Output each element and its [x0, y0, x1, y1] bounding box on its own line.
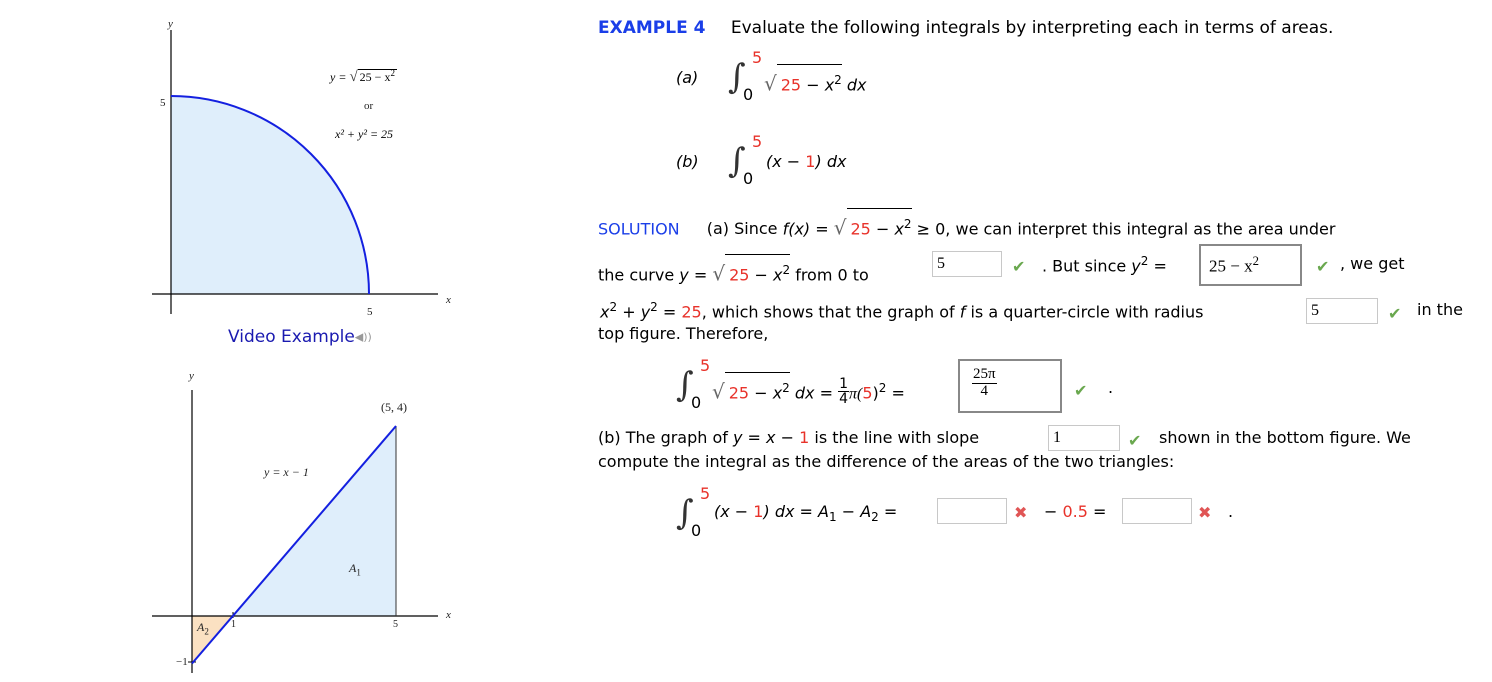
- lower-limit: 0: [743, 169, 754, 188]
- minus-half: − 0.5 =: [1044, 502, 1107, 521]
- check-icon: ✔: [1388, 304, 1402, 323]
- solution-line-2: the curve y = √ 25 − x2 from 0 to: [598, 254, 869, 285]
- solution-b-line-2: compute the integral as the difference o…: [598, 452, 1175, 471]
- problem-b-label: (b): [676, 152, 699, 171]
- radius-input[interactable]: 5: [1306, 298, 1378, 324]
- a1-minus-a2-input[interactable]: [937, 498, 1007, 524]
- example-header: EXAMPLE 4 Evaluate the following integra…: [598, 18, 1333, 38]
- lower-limit: 0: [743, 85, 754, 104]
- check-icon: ✔: [1012, 257, 1026, 276]
- upper-limit: 5: [700, 356, 711, 375]
- cross-icon: ✖: [1198, 503, 1212, 522]
- integrand: √ 25 − x2 dx: [764, 64, 867, 95]
- video-example-link[interactable]: Video Example◀)): [228, 327, 372, 347]
- x-axis-label: x: [446, 294, 451, 306]
- circle-equation: x² + y² = 25: [335, 127, 394, 141]
- figure-quarter-circle: y x 5 5 y = √ 25 − x2 or x² + y² = 25: [140, 10, 460, 330]
- equation-b: ∫ 5 0 (x − 1) dx = A1 − A2 =: [676, 484, 976, 544]
- video-example-label[interactable]: Video Example: [228, 327, 355, 347]
- y-squared-input[interactable]: 25 − x2: [1199, 244, 1302, 286]
- we-get-text: , we get: [1340, 254, 1405, 273]
- x-tick-5: 5: [367, 306, 373, 318]
- solution-line-3: x2 + y2 = 25, which shows that the graph…: [600, 300, 1204, 322]
- y-tick-neg1: −1: [176, 656, 188, 668]
- problem-a: (a) ∫ 5 0 √ 25 − x2 dx: [676, 48, 976, 108]
- in-the-text: in the: [1417, 300, 1463, 319]
- figure-line: y x (5, 4) y = x − 1 A1 A2 1 5 −1: [140, 360, 460, 678]
- result-b-input[interactable]: [1122, 498, 1192, 524]
- from-0-to-input[interactable]: 5: [932, 251, 1002, 277]
- quarter-circle-area: [171, 96, 369, 294]
- x-tick-5: 5: [393, 619, 398, 630]
- y-axis-label: y: [189, 370, 194, 382]
- a2-label: A2: [197, 620, 209, 637]
- y-tick-5: 5: [160, 97, 166, 109]
- period: .: [1228, 502, 1234, 521]
- point-label: (5, 4): [381, 400, 407, 414]
- integrand: (x − 1) dx: [766, 152, 847, 171]
- lower-limit: 0: [691, 521, 702, 540]
- solution-b-line-1: (b) The graph of y = x − 1 is the line w…: [598, 428, 980, 447]
- check-icon: ✔: [1074, 381, 1088, 400]
- problem-a-label: (a): [676, 68, 699, 87]
- lower-limit: 0: [691, 393, 702, 412]
- solution-label: SOLUTION: [598, 219, 680, 239]
- line-equation-label: y = x − 1: [264, 465, 309, 479]
- speaker-icon[interactable]: ◀)): [355, 331, 372, 344]
- solution-line-1: SOLUTION (a) Since f(x) = √ 25 − x2 ≥ 0, …: [598, 208, 1335, 239]
- period: .: [1108, 378, 1114, 397]
- equation-body: √ 25 − x2 dx = 1 4 π(5)2 =: [712, 372, 905, 407]
- area-a-input[interactable]: 25π 4: [958, 359, 1062, 413]
- shown-text: shown in the bottom figure. We: [1159, 428, 1411, 447]
- check-icon: ✔: [1316, 257, 1330, 276]
- upper-limit: 5: [752, 48, 763, 67]
- x-axis-label: x: [446, 609, 451, 621]
- quarter-circle-graph: [152, 30, 438, 314]
- but-since-text: . But since y2 =: [1042, 254, 1167, 276]
- instruction-text: Evaluate the following integrals by inte…: [730, 18, 1334, 38]
- line-graph: [152, 390, 438, 673]
- y-axis-label: y: [168, 18, 173, 30]
- curve-equation: y = √ 25 − x2: [330, 68, 397, 85]
- cross-icon: ✖: [1014, 503, 1028, 522]
- or-label: or: [364, 100, 374, 112]
- upper-limit: 5: [752, 132, 763, 151]
- example-label: EXAMPLE 4: [598, 18, 706, 38]
- solution-line-4: top figure. Therefore,: [598, 324, 769, 343]
- upper-limit: 5: [700, 484, 711, 503]
- equation-body: (x − 1) dx = A1 − A2 =: [714, 502, 898, 525]
- slope-input[interactable]: 1: [1048, 425, 1120, 451]
- problem-b: (b) ∫ 5 0 (x − 1) dx: [676, 132, 976, 192]
- a1-label: A1: [349, 561, 361, 578]
- check-icon: ✔: [1128, 431, 1142, 450]
- x-tick-1: 1: [231, 619, 236, 630]
